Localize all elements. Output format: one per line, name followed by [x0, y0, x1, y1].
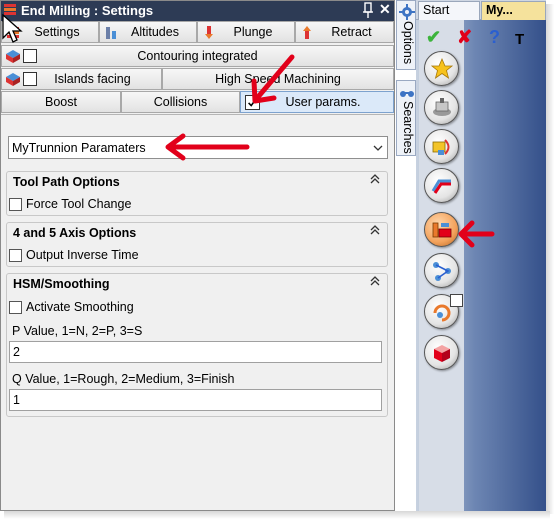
group-hsm-smoothing: HSM/Smoothing Activate Smoothing P Value… [6, 273, 388, 417]
tab-high-speed-machining[interactable]: High Speed Machining [162, 68, 394, 90]
machining-params-icon[interactable] [424, 212, 459, 247]
group-tool-path-options: Tool Path Options Force Tool Change [6, 171, 388, 216]
tab-row-1: Settings Altitudes Plunge Retract [1, 21, 394, 43]
force-tool-change-checkbox[interactable] [9, 198, 22, 211]
islands-facing-checkbox[interactable] [23, 72, 37, 86]
q-value-label: Q Value, 1=Rough, 2=Medium, 3=Finish [12, 372, 235, 386]
tab-retract-label: Retract [331, 25, 372, 39]
geometry-icon[interactable] [424, 129, 459, 164]
tab-islands-facing[interactable]: Islands facing [1, 68, 162, 90]
tab-row-4: Boost Collisions User params. [1, 91, 394, 113]
text-t-icon[interactable]: T [515, 31, 524, 48]
plunge-icon [205, 26, 213, 39]
document-tab-strip: Start Page My... [416, 0, 546, 34]
options-label: Options [401, 21, 415, 65]
stock-box-icon[interactable] [424, 335, 459, 370]
side-tab-searches[interactable]: Searches [396, 80, 416, 156]
tab-plunge-label: Plunge [233, 25, 273, 39]
collapse-chevron-icon[interactable] [370, 174, 380, 184]
tab-my-document[interactable]: My... [481, 1, 546, 20]
tab-altitudes[interactable]: Altitudes [99, 21, 197, 43]
tab-collisions[interactable]: Collisions [121, 91, 240, 113]
side-tab-options[interactable]: Options [396, 0, 416, 70]
window-shadow [4, 511, 550, 519]
favorite-star-icon[interactable] [424, 51, 459, 86]
tab-hsm-label: High Speed Machining [215, 72, 341, 86]
gear-icon [399, 4, 415, 20]
dropdown-value: MyTrunnion Paramaters [12, 141, 146, 155]
tool-icon[interactable] [424, 90, 459, 125]
p-value-label: P Value, 1=N, 2=P, 3=S [12, 324, 143, 338]
tab-retract[interactable]: Retract [295, 21, 394, 43]
accept-check-icon[interactable]: ✔ [426, 27, 441, 48]
activate-smoothing-checkbox[interactable] [9, 301, 22, 314]
postprocessor-dropdown[interactable]: MyTrunnion Paramaters [8, 136, 388, 159]
tab-start-page[interactable]: Start Page [418, 1, 480, 34]
contouring-icon [6, 50, 20, 63]
islands-facing-icon [6, 73, 20, 86]
tab-collisions-label: Collisions [153, 95, 208, 109]
force-tool-change-label: Force Tool Change [26, 197, 132, 211]
window-title: End Milling : Settings [21, 3, 154, 18]
tab-user-params-label: User params. [285, 95, 361, 109]
tab-altitudes-label: Altitudes [131, 25, 179, 39]
help-question-icon[interactable]: ? [489, 27, 500, 48]
tab-contouring-label: Contouring integrated [137, 49, 258, 63]
retract-icon [303, 26, 311, 39]
output-inverse-time-checkbox[interactable] [9, 249, 22, 262]
cancel-x-icon[interactable]: ✘ [457, 27, 472, 48]
pin-icon[interactable] [361, 2, 375, 20]
tab-boost-label: Boost [45, 95, 77, 109]
binoculars-icon [400, 91, 414, 97]
tab-plunge[interactable]: Plunge [197, 21, 295, 43]
user-params-checkbox[interactable] [245, 95, 260, 110]
tab-settings[interactable]: Settings [1, 21, 99, 43]
settings-tab-icon [7, 27, 19, 38]
chevron-down-icon [373, 145, 383, 151]
tab-islands-facing-label: Islands facing [54, 72, 131, 86]
group-title: 4 and 5 Axis Options [13, 226, 137, 240]
tab-user-params[interactable]: User params. [240, 91, 394, 113]
collapse-chevron-icon[interactable] [370, 225, 380, 235]
collapse-chevron-icon[interactable] [370, 276, 380, 286]
p-value-input[interactable]: 2 [9, 341, 382, 363]
tab-row-2: Contouring integrated [1, 45, 394, 67]
axis-links-icon[interactable] [424, 253, 459, 288]
group-title: Tool Path Options [13, 175, 120, 189]
contouring-checkbox[interactable] [23, 49, 37, 63]
tab-contouring-integrated[interactable]: Contouring integrated [1, 45, 394, 67]
app-icon [4, 4, 16, 15]
divider [1, 114, 394, 115]
searches-label: Searches [401, 101, 415, 154]
group-title: HSM/Smoothing [13, 277, 110, 291]
group-4-5-axis-options: 4 and 5 Axis Options Output Inverse Time [6, 222, 388, 267]
title-bar: End Milling : Settings ✕ [1, 1, 394, 21]
close-icon[interactable]: ✕ [379, 1, 391, 18]
contour-path-icon[interactable] [424, 168, 459, 203]
tab-settings-label: Settings [34, 25, 80, 39]
altitudes-icon [106, 27, 116, 39]
output-inverse-time-label: Output Inverse Time [26, 248, 139, 262]
activate-smoothing-label: Activate Smoothing [26, 300, 134, 314]
tab-boost[interactable]: Boost [1, 91, 121, 113]
settings-panel: End Milling : Settings ✕ Settings Altitu… [0, 0, 395, 511]
process-checkbox[interactable] [450, 294, 463, 307]
tab-row-3: Islands facing High Speed Machining [1, 68, 394, 90]
q-value-input[interactable]: 1 [9, 389, 382, 411]
window-shadow [546, 4, 554, 514]
